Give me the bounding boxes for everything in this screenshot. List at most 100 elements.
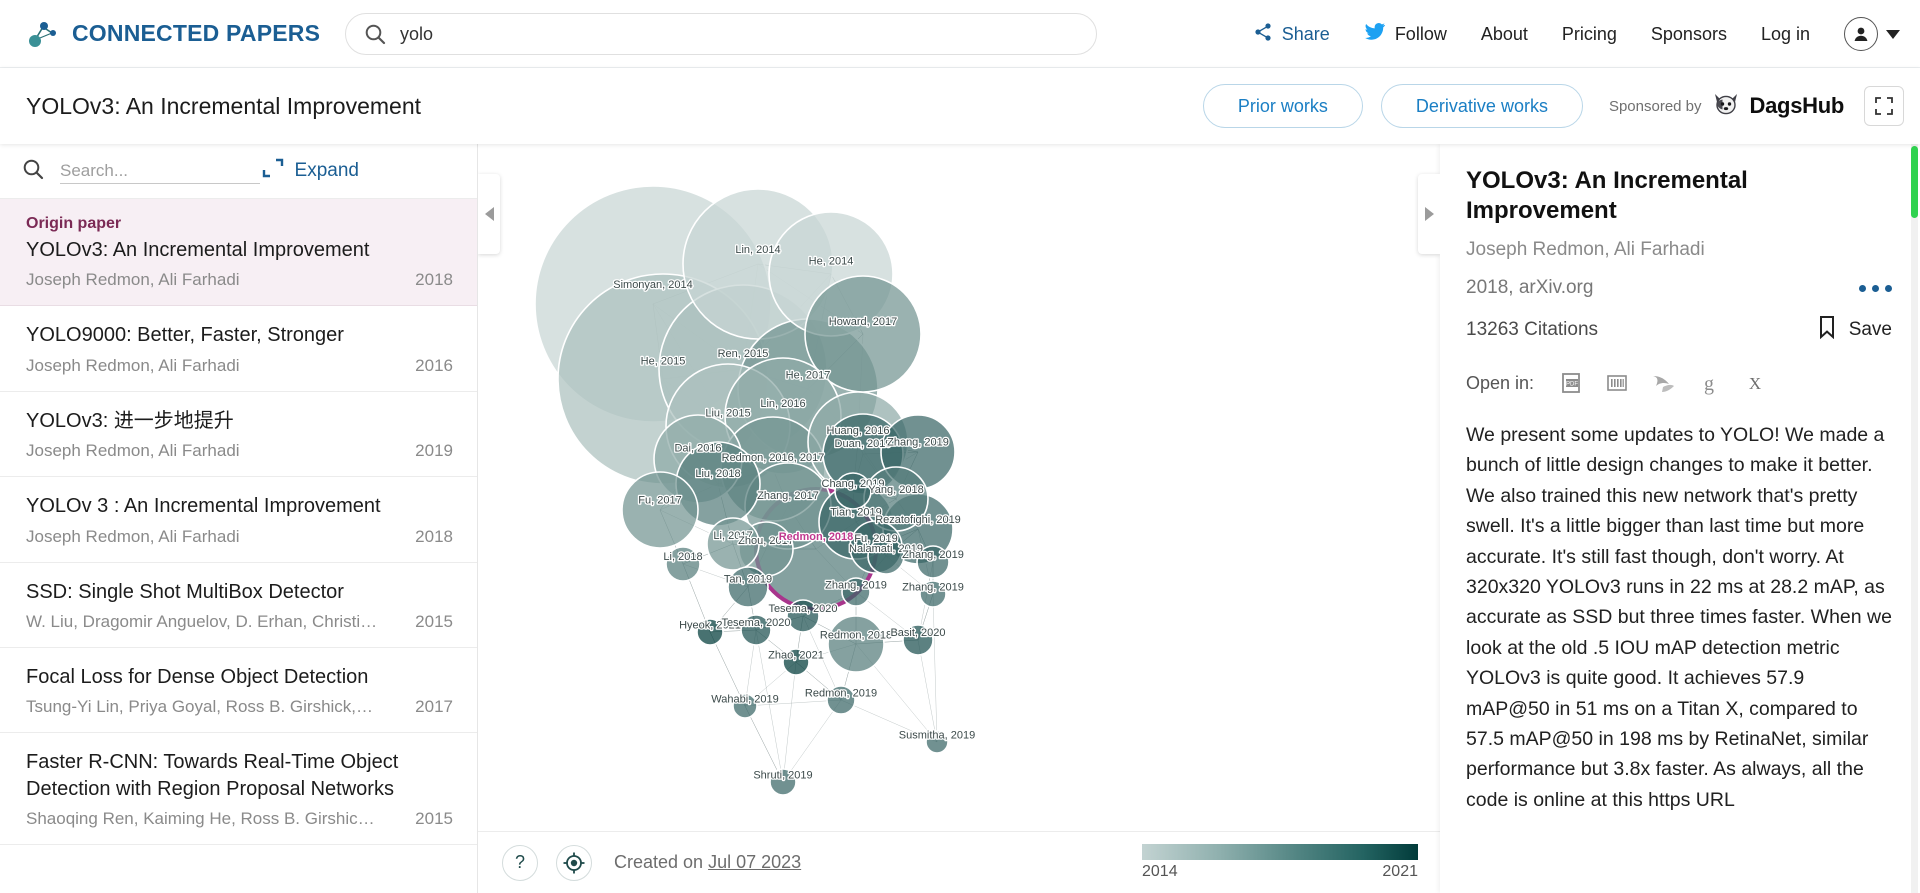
help-button[interactable]: ?	[502, 844, 538, 881]
paper-item-title: YOLOv 3 : An Incremental Improvement	[26, 495, 381, 518]
graph-node-label: Tesema, 2020	[768, 603, 837, 615]
sidebar-search-input[interactable]	[60, 158, 260, 184]
graph-node-label: Howard, 2017	[829, 316, 898, 328]
detail-venue: 2018, arXiv.org	[1466, 277, 1594, 298]
global-search[interactable]	[345, 13, 1097, 55]
graph-node[interactable]	[621, 471, 699, 549]
scite-icon[interactable]	[1604, 370, 1630, 396]
paper-list-item[interactable]: Origin paper YOLOv3: An Incremental Impro…	[0, 199, 477, 307]
papers-sidebar: Expand Origin paper YOLOv3: An Incrementa…	[0, 144, 478, 893]
graph-node-label: Basit, 2020	[890, 627, 945, 639]
nav-login[interactable]: Log in	[1761, 24, 1810, 45]
paper-item-authors: Joseph Redmon, Ali Farhadi	[26, 355, 240, 375]
recenter-button[interactable]	[556, 844, 592, 881]
paper-item-year: 2015	[415, 809, 453, 829]
paper-item-meta: Joseph Redmon, Ali Farhadi 2018	[26, 527, 453, 547]
paper-item-authors: Shaoqing Ren, Kaiming He, Ross B. Girshi…	[26, 809, 378, 829]
twitter-icon	[1364, 22, 1386, 47]
legend-max-label: 2021	[1382, 863, 1418, 880]
graph-node-label: Zhang, 2019	[825, 579, 887, 591]
expand-label: Expand	[294, 160, 359, 181]
chevron-right-icon	[1424, 207, 1434, 221]
graph-node-label: He, 2014	[809, 256, 854, 268]
paper-item-year: 2015	[415, 611, 453, 631]
paper-item-authors: W. Liu, Dragomir Anguelov, D. Erhan, Chr…	[26, 611, 378, 631]
top-header: CONNECTED PAPERS yolo Share Follow About…	[0, 0, 1920, 68]
prior-works-button[interactable]: Prior works	[1202, 84, 1363, 128]
paper-list-item[interactable]: YOLOv 3 : An Incremental Improvement Jose…	[0, 477, 477, 563]
fullscreen-icon	[1875, 97, 1893, 115]
paper-graph[interactable]: Simonyan, 2014 Lin, 2014 He, 2014 He, 2015 R…	[478, 144, 1440, 893]
paper-item-meta: Joseph Redmon, Ali Farhadi 2016	[26, 356, 453, 376]
paper-item-meta: Joseph Redmon, Ali Farhadi 2019	[26, 441, 453, 461]
graph-node-label: Redmon, 2018	[779, 531, 854, 543]
nav-sponsors-label: Sponsors	[1650, 23, 1727, 44]
sidebar-search-row: Expand	[0, 144, 477, 199]
sponsored-by-label: Sponsored by	[1608, 97, 1702, 115]
more-options-button[interactable]	[1859, 284, 1892, 292]
graph-node-label: Lin, 2016	[760, 398, 805, 410]
nav-follow[interactable]: Follow	[1364, 22, 1447, 47]
graph-node-label: Zhang, 2019	[902, 581, 964, 593]
graph-node-label: Redmon, 2018	[820, 630, 892, 642]
legend-gradient	[1142, 844, 1418, 860]
graph-node[interactable]	[827, 615, 885, 673]
semantic-scholar-icon[interactable]	[1650, 370, 1676, 396]
paper-detail-panel: YOLOv3: An Incremental Improvement Josep…	[1440, 144, 1920, 893]
graph-node-label: Dai, 2016	[674, 443, 721, 455]
svg-text:X: X	[1749, 374, 1761, 393]
graph-node-label: Duan, 2019	[835, 438, 892, 450]
detail-scrollbar-thumb[interactable]	[1911, 146, 1918, 218]
question-mark-icon: ?	[514, 852, 525, 872]
fullscreen-button[interactable]	[1864, 86, 1904, 126]
save-label: Save	[1848, 318, 1892, 340]
paper-item-title: YOLO9000: Better, Faster, Stronger	[26, 324, 344, 347]
paper-item-meta: Tsung-Yi Lin, Priya Goyal, Ross B. Girsh…	[26, 697, 453, 717]
nav-pricing-label: Pricing	[1561, 23, 1617, 44]
paper-item-year: 2019	[415, 441, 453, 461]
page-title: YOLOv3: An Incremental Improvement	[26, 92, 422, 119]
created-on-text: Created on Jul 07 2023	[614, 852, 801, 873]
graph-node-label: Lin, 2014	[735, 244, 780, 256]
nav-follow-label: Follow	[1394, 23, 1447, 44]
graph-node-label: Shruti, 2019	[753, 769, 812, 781]
crosshair-icon	[563, 852, 585, 873]
logo-home-link[interactable]: CONNECTED PAPERS	[26, 17, 320, 51]
derivative-works-button[interactable]: Derivative works	[1380, 84, 1583, 128]
paper-list-item[interactable]: YOLOv3: 进一步地提升 Joseph Redmon, Ali Farhadi…	[0, 392, 477, 478]
graph-node-label: Liu, 2015	[705, 408, 750, 420]
paper-item-title: YOLOv3: 进一步地提升	[26, 409, 234, 432]
expand-button[interactable]: Expand	[262, 158, 455, 184]
graph-node-label: Tesema, 2020	[721, 617, 790, 629]
paper-list-item[interactable]: YOLO9000: Better, Faster, Stronger Joseph…	[0, 306, 477, 392]
google-scholar-icon[interactable]: g	[1696, 370, 1722, 396]
paper-list-item[interactable]: SSD: Single Shot MultiBox Detector W. Liu…	[0, 563, 477, 648]
collapse-detail-handle[interactable]	[1418, 174, 1440, 254]
created-date[interactable]: Jul 07 2023	[708, 852, 801, 872]
collapse-sidebar-handle[interactable]	[478, 174, 500, 254]
origin-paper-tag: Origin paper	[26, 215, 122, 232]
main-nav: Share Follow About Pricing Sponsors Log …	[1219, 0, 1900, 68]
pdf-icon[interactable]: PDF	[1558, 370, 1584, 396]
sponsor-block[interactable]: Sponsored by DagsHub	[1609, 91, 1844, 122]
search-input[interactable]	[400, 19, 1040, 49]
nav-pricing[interactable]: Pricing	[1562, 24, 1617, 45]
detail-scrollbar-track[interactable]	[1911, 144, 1918, 893]
legend-min-label: 2014	[1142, 863, 1178, 880]
svg-text:PDF: PDF	[1566, 382, 1578, 388]
paper-list-item[interactable]: Focal Loss for Dense Object Detection Tsu…	[0, 648, 477, 734]
nav-about[interactable]: About	[1481, 24, 1528, 45]
paper-list-item[interactable]: Faster R-CNN: Towards Real-Time Object D…	[0, 733, 477, 846]
graph-node-label: Huang, 2016	[827, 425, 890, 437]
graph-node-label: Wahabi, 2019	[711, 694, 778, 706]
nav-sponsors[interactable]: Sponsors	[1651, 24, 1727, 45]
paper-item-authors: Tsung-Yi Lin, Priya Goyal, Ross B. Girsh…	[26, 697, 374, 717]
sponsor-name: DagsHub	[1749, 93, 1845, 118]
account-menu-button[interactable]	[1844, 17, 1900, 51]
open-in-row: Open in: PDF g X	[1466, 370, 1892, 396]
save-button[interactable]: Save	[1817, 315, 1892, 344]
x-twitter-icon[interactable]: X	[1742, 370, 1768, 396]
graph-canvas[interactable]: Simonyan, 2014 Lin, 2014 He, 2014 He, 2015 R…	[478, 144, 1440, 893]
nav-login-label: Log in	[1760, 23, 1810, 44]
nav-share[interactable]: Share	[1253, 22, 1330, 47]
